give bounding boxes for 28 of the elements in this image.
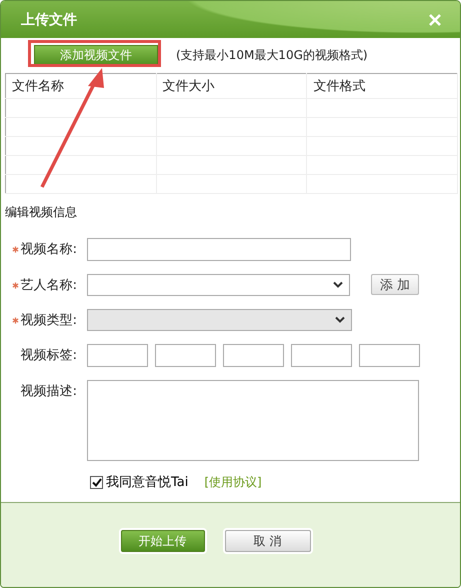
close-icon[interactable] (428, 12, 442, 26)
section-title: 编辑视频信息 (5, 204, 78, 221)
dropdown-field[interactable] (87, 274, 350, 296)
field-label: 视频标签: (20, 347, 77, 364)
tag-field[interactable] (87, 344, 148, 367)
caret-icon (335, 316, 345, 324)
description-field[interactable] (87, 380, 419, 461)
tag-field[interactable] (359, 344, 420, 367)
add-button[interactable]: 添 加 (371, 274, 419, 295)
text-field[interactable] (87, 238, 351, 261)
caret-icon (333, 281, 343, 289)
field-label: 艺人名称: (20, 277, 77, 294)
tag-field[interactable] (223, 344, 284, 367)
window-title: 上传文件 (21, 10, 77, 28)
column-header: 文件大小 (156, 74, 307, 98)
tag-field[interactable] (291, 344, 352, 367)
agreement-label: 我同意音悦Tai (106, 474, 188, 491)
field-label: 视频描述: (20, 383, 77, 400)
checkbox[interactable] (90, 476, 103, 488)
format-hint: (支持最小10M最大10G的视频格式) (176, 47, 368, 64)
upload-button[interactable]: 开始上传 (120, 530, 204, 552)
terms-link[interactable]: [使用协议] (204, 474, 262, 490)
add-file-button[interactable]: 添加视频文件 (34, 44, 158, 66)
cancel-button[interactable]: 取 消 (224, 530, 310, 552)
column-header: 文件格式 (306, 74, 458, 98)
field-label: 视频类型: (20, 312, 77, 329)
tag-field[interactable] (155, 344, 216, 367)
field-label: 视频名称: (20, 241, 77, 258)
